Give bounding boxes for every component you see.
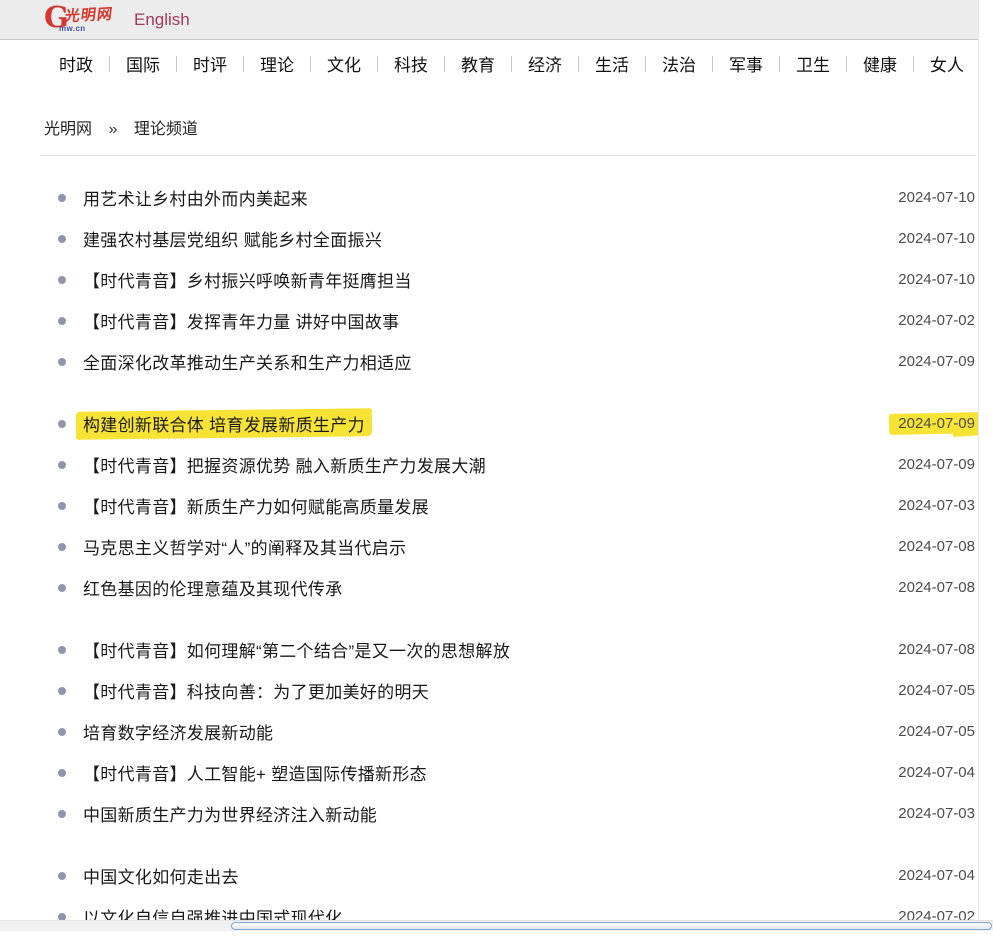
nav-item-8[interactable]: 经济 <box>512 51 578 76</box>
article-row: 红色基因的伦理意蕴及其现代传承 2024-07-08 <box>0 567 993 608</box>
article-row: 【时代青音】如何理解“第二个结合”是又一次的思想解放 2024-07-08 <box>0 629 993 670</box>
nav-item-5[interactable]: 文化 <box>311 51 377 76</box>
article-date: 2024-07-10 <box>898 189 975 206</box>
gmw-logo[interactable]: G 光明网 mw.cn <box>44 3 122 37</box>
bullet-icon <box>58 194 66 202</box>
article-title-link[interactable]: 【时代青音】科技向善：为了更加美好的明天 <box>83 678 429 703</box>
article-title-link[interactable]: 培育数字经济发展新动能 <box>83 719 273 744</box>
right-gutter <box>978 0 993 920</box>
article-date: 2024-07-09 <box>898 456 975 473</box>
article-date: 2024-07-02 <box>898 312 975 329</box>
article-row: 【时代青音】科技向善：为了更加美好的明天 2024-07-05 <box>0 670 993 711</box>
article-row: 【时代青音】乡村振兴呼唤新青年挺膺担当 2024-07-10 <box>0 259 993 300</box>
bullet-icon <box>58 728 66 736</box>
article-title-link[interactable]: 【时代青音】新质生产力如何赋能高质量发展 <box>83 493 429 518</box>
article-date: 2024-07-09 <box>898 353 975 370</box>
article-title-link[interactable]: 【时代青音】乡村振兴呼唤新青年挺膺担当 <box>83 267 412 292</box>
horizontal-scrollbar[interactable] <box>0 920 993 931</box>
bullet-icon <box>58 420 66 428</box>
article-title-link[interactable]: 马克思主义哲学对“人”的阐释及其当代启示 <box>83 534 406 559</box>
article-title-link[interactable]: 红色基因的伦理意蕴及其现代传承 <box>83 575 343 600</box>
article-row: 建强农村基层党组织 赋能乡村全面振兴 2024-07-10 <box>0 218 993 259</box>
nav-item-4[interactable]: 理论 <box>244 51 310 76</box>
article-date: 2024-07-08 <box>898 579 975 596</box>
nav-item-3[interactable]: 时评 <box>177 51 243 76</box>
bullet-icon <box>58 317 66 325</box>
article-row: 【时代青音】新质生产力如何赋能高质量发展 2024-07-03 <box>0 485 993 526</box>
article-title-link[interactable]: 全面深化改革推动生产关系和生产力相适应 <box>83 349 412 374</box>
nav-item-9[interactable]: 生活 <box>579 51 645 76</box>
article-date: 2024-07-05 <box>898 723 975 740</box>
breadcrumb-channel-link[interactable]: 理论频道 <box>134 121 198 138</box>
article-date: 2024-07-03 <box>898 497 975 514</box>
bullet-icon <box>58 276 66 284</box>
article-title-link[interactable]: 构建创新联合体 培育发展新质生产力 <box>83 411 365 436</box>
article-title-link[interactable]: 建强农村基层党组织 赋能乡村全面振兴 <box>83 226 382 251</box>
article-row: 中国新质生产力为世界经济注入新动能 2024-07-03 <box>0 793 993 834</box>
bullet-icon <box>58 810 66 818</box>
article-row: 中国文化如何走出去 2024-07-04 <box>0 855 993 896</box>
article-date: 2024-07-08 <box>898 641 975 658</box>
nav-item-2[interactable]: 国际 <box>110 51 176 76</box>
topbar: G 光明网 mw.cn English <box>0 0 993 40</box>
main-nav: 时政国际时评理论文化科技教育经济生活法治军事卫生健康女人 <box>0 40 993 87</box>
article-title-link[interactable]: 【时代青音】把握资源优势 融入新质生产力发展大潮 <box>83 452 486 477</box>
article-title-link[interactable]: 【时代青音】发挥青年力量 讲好中国故事 <box>83 308 399 333</box>
english-link[interactable]: English <box>134 10 190 30</box>
nav-item-13[interactable]: 健康 <box>847 51 913 76</box>
breadcrumb-separator: » <box>108 121 117 138</box>
logo-chinese-text: 光明网 <box>64 2 115 25</box>
article-date: 2024-07-04 <box>898 867 975 884</box>
nav-item-12[interactable]: 卫生 <box>780 51 846 76</box>
article-date: 2024-07-05 <box>898 682 975 699</box>
article-date: 2024-07-09 <box>898 415 975 432</box>
article-title-link[interactable]: 中国文化如何走出去 <box>83 863 239 888</box>
breadcrumb: 光明网 » 理论频道 <box>0 87 993 135</box>
article-row: 【时代青音】把握资源优势 融入新质生产力发展大潮 2024-07-09 <box>0 444 993 485</box>
nav-item-1[interactable]: 时政 <box>43 51 109 76</box>
article-title-link[interactable]: 【时代青音】如何理解“第二个结合”是又一次的思想解放 <box>83 637 510 662</box>
article-date: 2024-07-10 <box>898 271 975 288</box>
bullet-icon <box>58 872 66 880</box>
bullet-icon <box>58 687 66 695</box>
bullet-icon <box>58 502 66 510</box>
article-row: 用艺术让乡村由外而内美起来 2024-07-10 <box>0 177 993 218</box>
logo-mwcn-text: mw.cn <box>59 24 86 33</box>
nav-item-11[interactable]: 军事 <box>713 51 779 76</box>
nav-item-6[interactable]: 科技 <box>378 51 444 76</box>
article-row: 【时代青音】发挥青年力量 讲好中国故事 2024-07-02 <box>0 300 993 341</box>
article-row: 培育数字经济发展新动能 2024-07-05 <box>0 711 993 752</box>
article-row: 马克思主义哲学对“人”的阐释及其当代启示 2024-07-08 <box>0 526 993 567</box>
article-date: 2024-07-08 <box>898 538 975 555</box>
article-title-link[interactable]: 【时代青音】人工智能+ 塑造国际传播新形态 <box>83 760 427 785</box>
article-title-link[interactable]: 用艺术让乡村由外而内美起来 <box>83 185 308 210</box>
article-row: 全面深化改革推动生产关系和生产力相适应 2024-07-09 <box>0 341 993 382</box>
nav-item-7[interactable]: 教育 <box>445 51 511 76</box>
nav-item-14[interactable]: 女人 <box>914 51 980 76</box>
article-date: 2024-07-04 <box>898 764 975 781</box>
bullet-icon <box>58 584 66 592</box>
breadcrumb-site-link[interactable]: 光明网 <box>44 121 92 138</box>
bullet-icon <box>58 646 66 654</box>
bullet-icon <box>58 543 66 551</box>
nav-item-10[interactable]: 法治 <box>646 51 712 76</box>
article-row: 构建创新联合体 培育发展新质生产力 2024-07-09 <box>0 403 993 444</box>
article-date: 2024-07-03 <box>898 805 975 822</box>
bullet-icon <box>58 769 66 777</box>
article-list: 用艺术让乡村由外而内美起来2024-07-10建强农村基层党组织 赋能乡村全面振… <box>0 156 993 937</box>
article-title-link[interactable]: 中国新质生产力为世界经济注入新动能 <box>83 801 377 826</box>
horizontal-scrollbar-thumb[interactable] <box>231 922 992 930</box>
bullet-icon <box>58 235 66 243</box>
article-date: 2024-07-10 <box>898 230 975 247</box>
article-row: 【时代青音】人工智能+ 塑造国际传播新形态 2024-07-04 <box>0 752 993 793</box>
bullet-icon <box>58 461 66 469</box>
bullet-icon <box>58 358 66 366</box>
